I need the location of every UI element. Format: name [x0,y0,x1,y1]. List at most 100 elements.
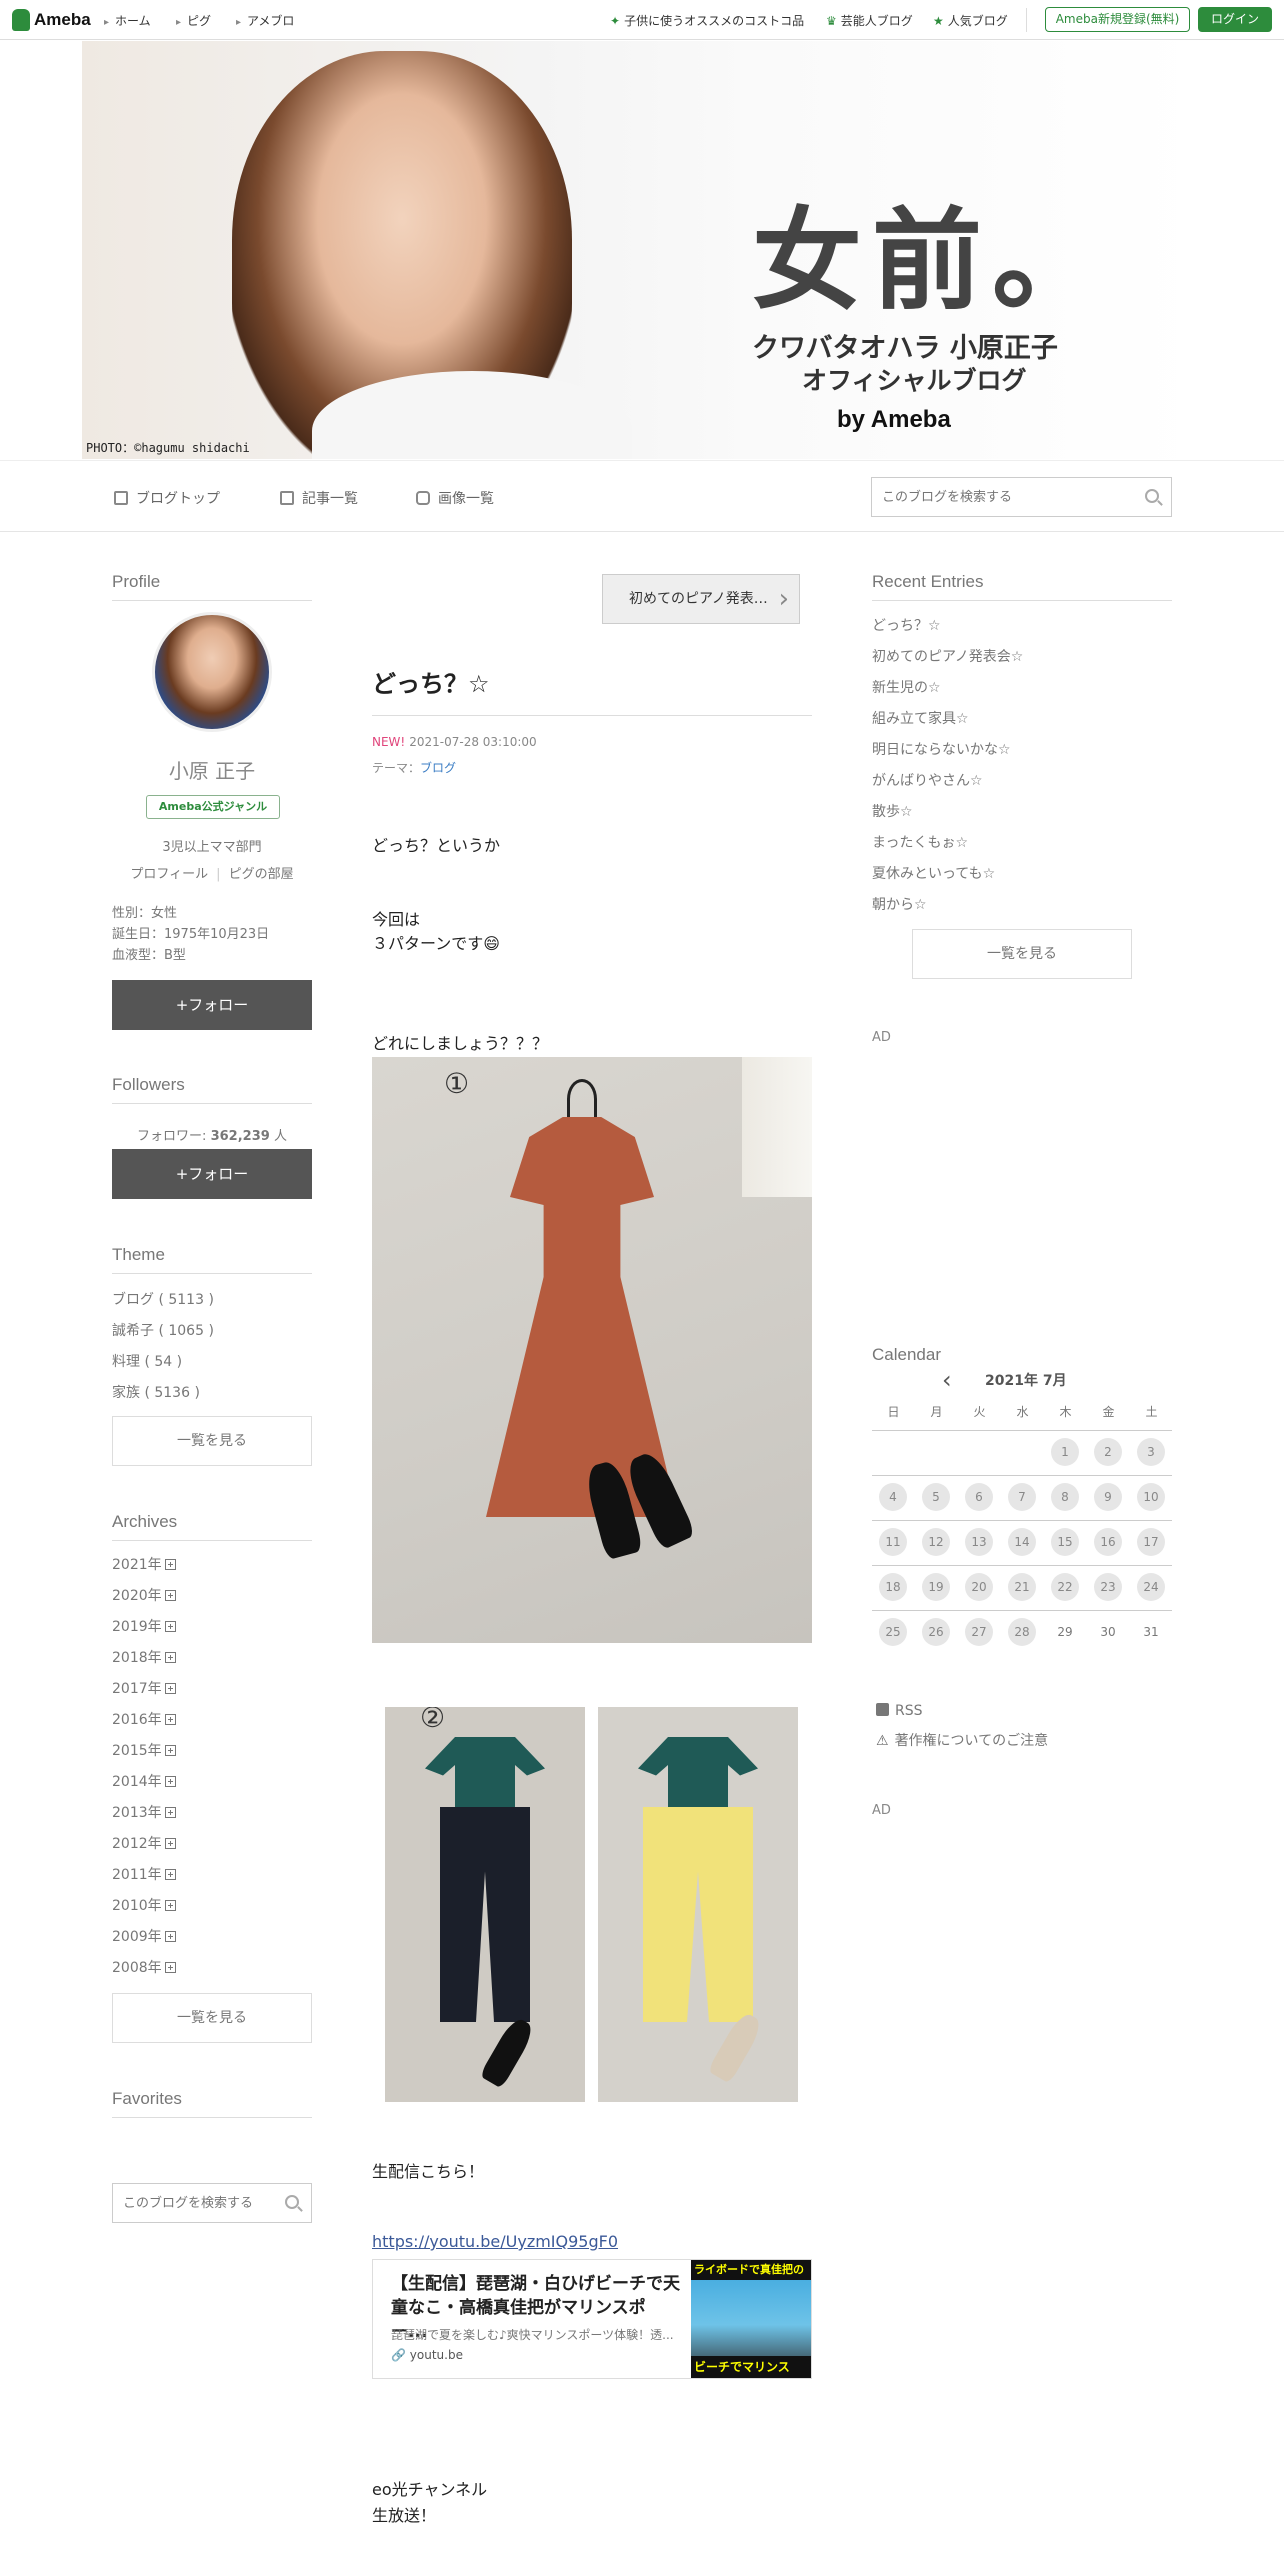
sidebar-search-input[interactable] [113,2184,311,2222]
calendar-day[interactable]: 15 [1051,1528,1079,1556]
theme-item[interactable]: 料理 ( 54 ) [112,1351,182,1371]
pigg-room-link[interactable]: ピグの部屋 [229,867,294,882]
recent-entry-link[interactable]: 朝から☆ [872,894,927,914]
calendar-day[interactable]: 14 [1008,1528,1036,1556]
recent-entry-link[interactable]: どっち？☆ [872,615,941,635]
archive-year[interactable]: 2013年 [112,1802,176,1822]
archive-year[interactable]: 2012年 [112,1833,176,1853]
calendar-day[interactable]: 27 [965,1618,993,1646]
recent-more-button[interactable]: 一覧を見る [912,929,1132,979]
calendar-day[interactable]: 3 [1137,1438,1165,1466]
profile-genre[interactable]: 3児以上ママ部門 [112,836,312,855]
youtube-link[interactable]: https://youtu.be/UyzmIQ95gF0 [372,2232,618,2251]
nav-blog-top[interactable]: ブログトップ [114,488,220,508]
archive-year[interactable]: 2018年 [112,1647,176,1667]
expand-plus-icon[interactable] [164,1745,176,1756]
entry-photo-outfit-2[interactable]: ② [385,1707,585,2102]
follow-button[interactable]: +フォロー [112,980,312,1030]
theme-item[interactable]: 家族 ( 5136 ) [112,1382,200,1402]
calendar-day[interactable]: 8 [1051,1483,1079,1511]
profile-name[interactable]: 小原 正子 [112,755,312,784]
calendar-day[interactable]: 26 [922,1618,950,1646]
expand-plus-icon[interactable] [164,1962,176,1973]
link-celebrity-blogs[interactable]: ♛ 芸能人ブログ [826,12,913,29]
calendar-day[interactable]: 6 [965,1483,993,1511]
calendar-day[interactable]: 1 [1051,1438,1079,1466]
calendar-day[interactable]: 16 [1094,1528,1122,1556]
nav-ameblo[interactable]: アメブロ [236,12,294,29]
expand-plus-icon[interactable] [164,1683,176,1694]
expand-plus-icon[interactable] [164,1931,176,1942]
archive-year[interactable]: 2009年 [112,1926,176,1946]
expand-plus-icon[interactable] [164,1621,176,1632]
calendar-day[interactable]: 4 [879,1483,907,1511]
avatar[interactable] [152,612,272,732]
calendar-day[interactable]: 23 [1094,1573,1122,1601]
calendar-day[interactable]: 22 [1051,1573,1079,1601]
archive-year[interactable]: 2020年 [112,1585,176,1605]
recent-entry-link[interactable]: 組み立て家具☆ [872,708,969,728]
recent-entry-link[interactable]: 初めてのピアノ発表会☆ [872,646,1023,666]
calendar-prev-icon[interactable]: ‹ [942,1366,952,1394]
recent-entry-link[interactable]: 新生児の☆ [872,677,941,697]
recent-entry-link[interactable]: 明日にならないかな☆ [872,739,1011,759]
calendar-day[interactable]: 7 [1008,1483,1036,1511]
nav-image-list[interactable]: 画像一覧 [416,488,494,508]
calendar-day[interactable]: 20 [965,1573,993,1601]
calendar-day[interactable]: 17 [1137,1528,1165,1556]
link-card[interactable]: 【生配信】琵琶湖・白ひげビーチで天童なこ・高橋真佳把がマリンスポー... 琵琶湖… [372,2259,812,2379]
archive-year[interactable]: 2019年 [112,1616,176,1636]
calendar-day[interactable]: 25 [879,1618,907,1646]
calendar-day[interactable]: 13 [965,1528,993,1556]
expand-plus-icon[interactable] [164,1869,176,1880]
entry-photo-outfit-1[interactable]: ① [372,1057,812,1643]
entry-photo-outfit-3[interactable] [598,1707,798,2102]
archive-year[interactable]: 2014年 [112,1771,176,1791]
copyright-notice-link[interactable]: 著作権についてのご注意 [876,1730,1049,1750]
calendar-day[interactable]: 9 [1094,1483,1122,1511]
recent-entry-link[interactable]: 散歩☆ [872,801,913,821]
archive-year[interactable]: 2017年 [112,1678,176,1698]
official-badge[interactable]: Ameba公式ジャンル [146,795,280,819]
calendar-day[interactable]: 2 [1094,1438,1122,1466]
expand-plus-icon[interactable] [164,1714,176,1725]
archive-year[interactable]: 2015年 [112,1740,176,1760]
calendar-day[interactable]: 11 [879,1528,907,1556]
entry-theme-link[interactable]: ブログ [420,761,456,775]
calendar-day[interactable]: 21 [1008,1573,1036,1601]
link-popular-blogs[interactable]: ★ 人気ブログ [933,12,1008,29]
archive-year[interactable]: 2021年 [112,1554,176,1574]
expand-plus-icon[interactable] [164,1838,176,1849]
entry-title[interactable]: どっち？☆ [372,664,490,699]
calendar-day[interactable]: 24 [1137,1573,1165,1601]
recent-entry-link[interactable]: がんばりやさん☆ [872,770,983,790]
calendar-day[interactable]: 18 [879,1573,907,1601]
expand-plus-icon[interactable] [164,1559,176,1570]
calendar-day[interactable]: 10 [1137,1483,1165,1511]
blog-header-image[interactable]: 女前。 クワバタオハラ 小原正子 オフィシャルブログ by Ameba PHOT… [82,41,1202,459]
prev-entry-button[interactable]: 初めてのピアノ発表… [602,574,800,624]
search-icon[interactable] [285,2195,299,2209]
archive-year[interactable]: 2016年 [112,1709,176,1729]
follow-button-2[interactable]: +フォロー [112,1149,312,1199]
expand-plus-icon[interactable] [164,1776,176,1787]
search-icon[interactable] [1145,489,1159,503]
profile-link[interactable]: プロフィール [130,867,208,882]
archive-year[interactable]: 2011年 [112,1864,176,1884]
archive-year[interactable]: 2008年 [112,1957,176,1977]
expand-plus-icon[interactable] [164,1807,176,1818]
rss-link[interactable]: RSS [876,1703,923,1719]
calendar-day[interactable]: 19 [922,1573,950,1601]
link-costco[interactable]: ✦ 子供に使うオススメのコストコ品 [610,12,804,29]
theme-item[interactable]: ブログ ( 5113 ) [112,1289,214,1309]
recent-entry-link[interactable]: まったくもぉ☆ [872,832,968,852]
theme-item[interactable]: 誠希子 ( 1065 ) [112,1320,214,1340]
blog-search-input[interactable] [872,478,1171,516]
archives-more-button[interactable]: 一覧を見る [112,1993,312,2043]
calendar-day[interactable]: 5 [922,1483,950,1511]
expand-plus-icon[interactable] [164,1652,176,1663]
expand-plus-icon[interactable] [164,1900,176,1911]
nav-pigg[interactable]: ピグ [176,12,211,29]
register-button[interactable]: Ameba新規登録(無料) [1045,7,1190,32]
archive-year[interactable]: 2010年 [112,1895,176,1915]
